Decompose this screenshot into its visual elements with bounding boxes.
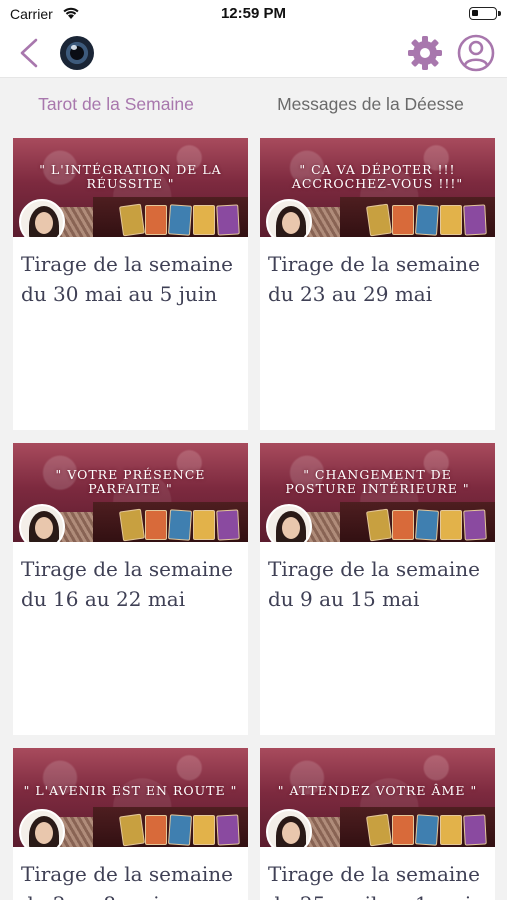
author-portrait [19, 199, 65, 237]
app-logo-avatar [60, 36, 94, 70]
banner-title: " L'INTÉGRATION DE LA RÉUSSITE " [39, 162, 222, 191]
chevron-left-icon[interactable] [12, 35, 46, 71]
author-portrait [266, 504, 312, 542]
card-item[interactable]: " CA VA DÉPOTER !!! ACCROCHEZ-VOUS !!!" … [260, 138, 495, 430]
card-item[interactable]: " ATTENDEZ VOTRE ÂME " Tirage de la sema… [260, 748, 495, 900]
author-portrait [19, 504, 65, 542]
banner-title: " VOTRE PRÉSENCE PARFAITE " [55, 467, 206, 496]
card-title: Tirage de la semaine du 25 avril au 1 ma… [268, 862, 480, 900]
tab-bar: Tarot de la Semaine Messages de la Déess… [0, 79, 507, 131]
card-banner: " L'INTÉGRATION DE LA RÉUSSITE " [13, 138, 248, 237]
banner-title: " CA VA DÉPOTER !!! ACCROCHEZ-VOUS !!!" [291, 162, 464, 191]
card-banner: " CA VA DÉPOTER !!! ACCROCHEZ-VOUS !!!" [260, 138, 495, 237]
card-item[interactable]: " L'INTÉGRATION DE LA RÉUSSITE " Tirage … [13, 138, 248, 430]
status-time: 12:59 PM [220, 5, 287, 22]
battery-icon [469, 7, 501, 20]
card-title: Tirage de la semaine du 30 mai au 5 juin [21, 252, 233, 306]
gear-icon[interactable] [406, 34, 444, 72]
card-banner: " ATTENDEZ VOTRE ÂME " [260, 748, 495, 847]
card-item[interactable]: " VOTRE PRÉSENCE PARFAITE " Tirage de la… [13, 443, 248, 735]
tab-tarot-semaine[interactable]: Tarot de la Semaine [0, 94, 232, 115]
card-banner: " L'AVENIR EST EN ROUTE " [13, 748, 248, 847]
author-portrait [266, 199, 312, 237]
banner-title: " ATTENDEZ VOTRE ÂME " [277, 783, 478, 798]
user-circle-icon[interactable] [456, 33, 496, 73]
banner-title: " CHANGEMENT DE POSTURE INTÉRIEURE " [285, 467, 470, 496]
nav-bar [0, 28, 507, 78]
banner-title: " L'AVENIR EST EN ROUTE " [23, 783, 238, 798]
card-title: Tirage de la semaine du 2 au 8 mai [21, 862, 233, 900]
card-title: Tirage de la semaine du 9 au 15 mai [268, 557, 480, 611]
card-title: Tirage de la semaine du 23 au 29 mai [268, 252, 480, 306]
card-banner: " CHANGEMENT DE POSTURE INTÉRIEURE " [260, 443, 495, 542]
card-item[interactable]: " L'AVENIR EST EN ROUTE " Tirage de la s… [13, 748, 248, 900]
status-bar: Carrier 12:59 PM [0, 0, 507, 28]
author-portrait [266, 809, 312, 847]
tab-messages-deesse[interactable]: Messages de la Déesse [248, 94, 493, 115]
author-portrait [19, 809, 65, 847]
card-title: Tirage de la semaine du 16 au 22 mai [21, 557, 233, 611]
card-banner: " VOTRE PRÉSENCE PARFAITE " [13, 443, 248, 542]
card-item[interactable]: " CHANGEMENT DE POSTURE INTÉRIEURE " Tir… [260, 443, 495, 735]
